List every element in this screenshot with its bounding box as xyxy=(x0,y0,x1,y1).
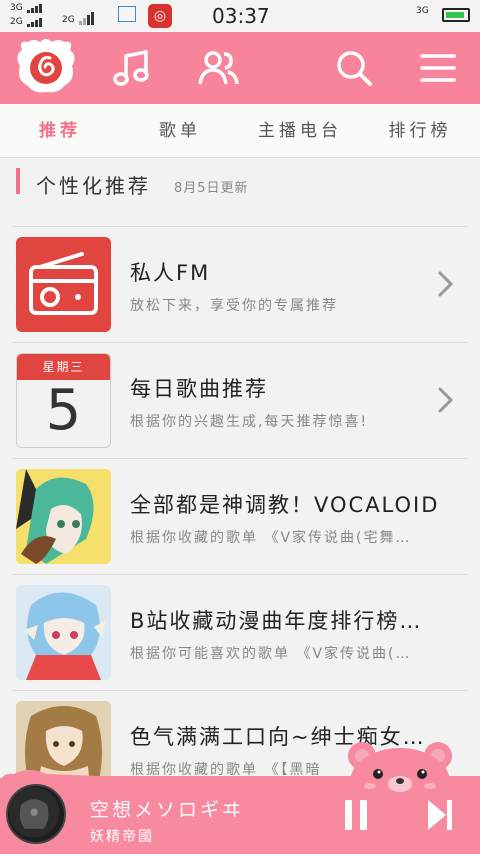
search-icon[interactable] xyxy=(330,44,378,92)
netease-notification-icon: ◎ xyxy=(148,4,172,28)
menu-icon[interactable] xyxy=(414,44,462,92)
tab-radio[interactable]: 主播电台 xyxy=(240,104,360,157)
chevron-right-icon xyxy=(438,271,454,297)
tab-charts[interactable]: 排行榜 xyxy=(360,104,480,157)
status-bar: 3G 2G 2G ◎ 03:37 3G xyxy=(0,0,480,32)
album-art-disc[interactable] xyxy=(6,784,66,844)
list-item-subtitle: 放松下来，享受你的专属推荐 xyxy=(130,298,338,314)
section-accent-bar xyxy=(16,168,20,194)
list-item-playlist[interactable]: 全部都是神调教！VOCALOID 根据你收藏的歌单 《V家传说曲(宅舞… xyxy=(0,459,480,575)
list-item-playlist[interactable]: B站收藏动漫曲年度排行榜… 根据你可能喜欢的歌单 《V家传说曲(… xyxy=(0,575,480,691)
playlist-cover xyxy=(16,469,111,564)
music-note-icon[interactable] xyxy=(108,44,156,92)
chevron-right-icon xyxy=(438,387,454,413)
list-item-title: 私人FM xyxy=(130,261,211,285)
section-title: 个性化推荐 xyxy=(36,174,151,198)
status-time: 03:37 xyxy=(212,4,270,28)
friends-icon[interactable] xyxy=(194,44,242,92)
now-playing-artist: 妖精帝國 xyxy=(90,829,154,845)
list-item-title: 每日歌曲推荐 xyxy=(130,377,268,401)
tab-playlists[interactable]: 歌单 xyxy=(120,104,240,157)
playlist-cover xyxy=(16,585,111,680)
calendar-weekday: 星期三 xyxy=(17,354,110,380)
logo-icon[interactable] xyxy=(14,36,78,96)
recommend-section-header: 个性化推荐 8月5日更新 xyxy=(0,158,480,227)
list-item-subtitle: 根据你的兴趣生成,每天推荐惊喜! xyxy=(130,414,369,430)
calendar-day-number: 5 xyxy=(45,378,82,443)
network-indicator-mid: 2G xyxy=(62,12,94,25)
battery-icon xyxy=(442,8,470,22)
list-item-title: 全部都是神调教！VOCALOID xyxy=(130,493,440,517)
next-track-button[interactable] xyxy=(424,797,456,833)
list-item-private-fm[interactable]: 私人FM 放松下来，享受你的专属推荐 xyxy=(0,227,480,343)
list-item-subtitle: 根据你可能喜欢的歌单 《V家传说曲(… xyxy=(130,646,412,662)
radio-icon xyxy=(16,237,111,332)
image-notification-icon xyxy=(118,6,136,22)
network-indicator-right: 3G xyxy=(416,6,429,16)
network-indicator-top: 3G xyxy=(10,3,42,13)
network-indicator-bottom: 2G xyxy=(10,17,42,27)
list-item-title: B站收藏动漫曲年度排行榜… xyxy=(130,609,423,633)
calendar-icon: 星期三 5 xyxy=(16,353,111,448)
tab-recommend[interactable]: 推荐 xyxy=(0,104,120,157)
app-header xyxy=(0,32,480,104)
pause-button[interactable] xyxy=(340,797,372,833)
tab-bar: 推荐 歌单 主播电台 排行榜 xyxy=(0,104,480,158)
list-item-daily-songs[interactable]: 星期三 5 每日歌曲推荐 根据你的兴趣生成,每天推荐惊喜! xyxy=(0,343,480,459)
now-playing-title: 空想メソロギヰ xyxy=(90,799,245,821)
list-item-subtitle: 根据你收藏的歌单 《V家传说曲(宅舞… xyxy=(130,530,412,546)
section-date: 8月5日更新 xyxy=(174,181,249,196)
